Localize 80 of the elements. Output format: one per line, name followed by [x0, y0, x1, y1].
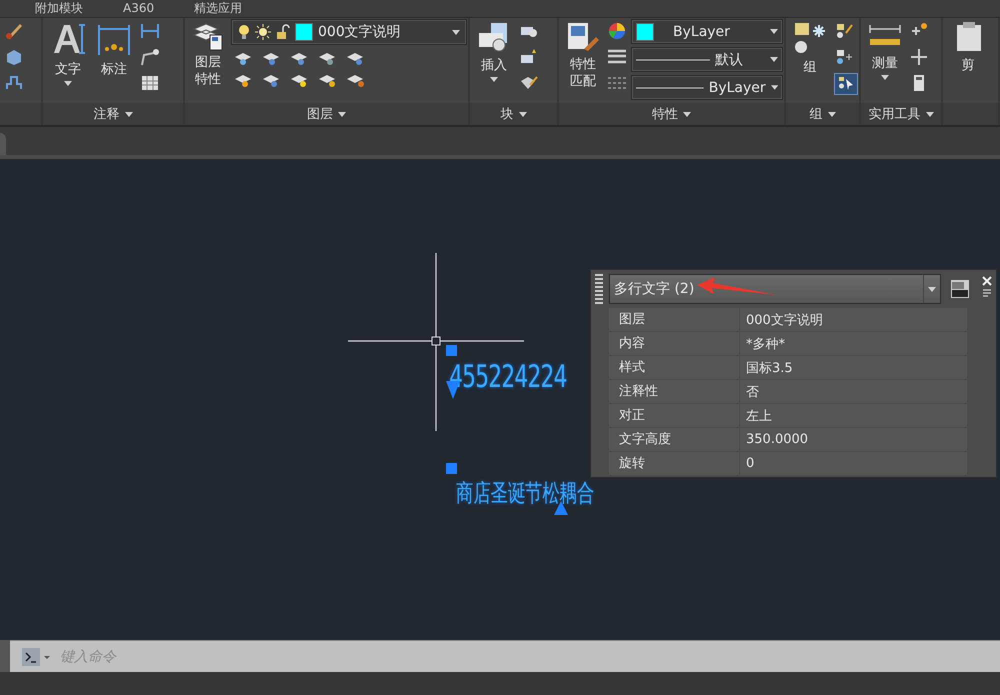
- linear-dimension-icon[interactable]: [139, 21, 161, 41]
- cursor-select-icon: [838, 75, 854, 91]
- ribbon-tab[interactable]: 附加模块: [35, 1, 83, 16]
- caret-icon: [828, 112, 836, 116]
- crosshair-icon[interactable]: [909, 47, 929, 67]
- property-label: 内容: [609, 332, 740, 355]
- property-dropdown[interactable]: ByLayer: [631, 75, 783, 100]
- drawing-canvas[interactable]: 455224224 商店圣诞节松耦合 多行文字 (2) 图层 000文字说明 内容 *多种* 样式 国标3.5 注释性 否 对正 左上 文字高度 350.0000 旋转 0: [0, 159, 1000, 640]
- panel-title[interactable]: 组: [810, 105, 822, 123]
- insert-button[interactable]: 插入: [474, 19, 514, 84]
- property-label: 样式: [609, 356, 740, 379]
- caret-icon: [928, 286, 936, 292]
- layer-dropdown[interactable]: 000文字说明: [231, 19, 467, 45]
- property-label: 对正: [609, 404, 740, 427]
- command-prompt-icon[interactable]: [22, 648, 52, 666]
- panel-title[interactable]: 注释: [94, 105, 120, 123]
- caret-icon: [683, 112, 691, 116]
- match-properties-button[interactable]: 特性 匹配: [563, 19, 603, 92]
- caret-icon: [452, 30, 460, 34]
- caret-icon: [338, 112, 346, 116]
- property-value[interactable]: 左上: [740, 406, 772, 424]
- close-icon[interactable]: [982, 276, 992, 286]
- clipboard-icon: [955, 21, 981, 53]
- sun-icon: [255, 24, 271, 40]
- property-label: 旋转: [609, 452, 740, 475]
- property-value[interactable]: 000文字说明: [740, 310, 823, 328]
- property-label: 图层: [609, 308, 740, 331]
- property-value[interactable]: 0: [740, 456, 754, 471]
- caret-icon: [926, 112, 934, 116]
- group-selection-toggle[interactable]: [834, 73, 858, 95]
- measure-button[interactable]: 测量: [865, 19, 905, 82]
- color-wheel-icon[interactable]: [607, 21, 627, 41]
- caret-icon: [518, 112, 526, 116]
- cui-icon[interactable]: [949, 278, 971, 300]
- leader-icon[interactable]: [139, 47, 161, 67]
- panel-title[interactable]: 特性: [652, 105, 678, 123]
- panel-title[interactable]: 图层: [307, 105, 333, 123]
- ribbon-tab[interactable]: 精选应用: [194, 1, 242, 16]
- property-value[interactable]: *多种*: [740, 334, 785, 352]
- drawing-text[interactable]: 商店圣诞节松耦合: [456, 477, 594, 509]
- brush-icon[interactable]: [4, 21, 24, 41]
- caret-icon: [770, 29, 778, 34]
- layers-icon: [192, 21, 224, 51]
- caret-icon: [770, 85, 778, 90]
- caret-icon: [770, 57, 778, 62]
- layer-properties-button[interactable]: 图层 特性: [189, 19, 227, 90]
- group-icon: [793, 21, 827, 55]
- padlock-icon: [276, 24, 290, 40]
- clipboard-button[interactable]: 剪: [947, 19, 984, 76]
- ungroup-icon[interactable]: [834, 47, 854, 67]
- drag-handle[interactable]: [595, 274, 603, 304]
- property-dropdown[interactable]: ByLayer: [631, 19, 783, 44]
- grip[interactable]: [446, 345, 457, 356]
- selection-dropdown[interactable]: 多行文字 (2): [609, 274, 941, 304]
- property-value[interactable]: 国标3.5: [740, 358, 793, 376]
- dimension-button[interactable]: 标注: [93, 19, 135, 80]
- caret-icon: [64, 81, 72, 86]
- property-label: 文字高度: [609, 428, 740, 451]
- cube-icon[interactable]: [4, 47, 24, 67]
- property-label: 注释性: [609, 380, 740, 403]
- property-value[interactable]: 350.0000: [740, 432, 808, 447]
- line-sample-icon: [636, 86, 704, 90]
- group-button[interactable]: 组: [790, 19, 830, 78]
- panel-title[interactable]: 实用工具: [868, 105, 920, 123]
- drawing-text[interactable]: 455224224: [446, 359, 567, 395]
- group-edit-icon[interactable]: [834, 21, 854, 41]
- table-icon[interactable]: [139, 73, 161, 93]
- bulb-icon: [238, 24, 250, 40]
- ribbon-tab[interactable]: A360: [123, 1, 154, 16]
- text-button[interactable]: 文字: [47, 19, 89, 88]
- caret-icon: [490, 77, 498, 82]
- caret-icon: [124, 112, 132, 116]
- property-value[interactable]: 否: [740, 382, 759, 400]
- menu-icon[interactable]: [982, 288, 992, 298]
- match-properties-icon: [566, 21, 600, 53]
- panel-title[interactable]: 块: [500, 105, 514, 123]
- property-dropdown[interactable]: 默认: [631, 47, 783, 72]
- grip[interactable]: [446, 463, 457, 474]
- line-sample-icon: [636, 58, 710, 62]
- caret-icon: [881, 75, 889, 80]
